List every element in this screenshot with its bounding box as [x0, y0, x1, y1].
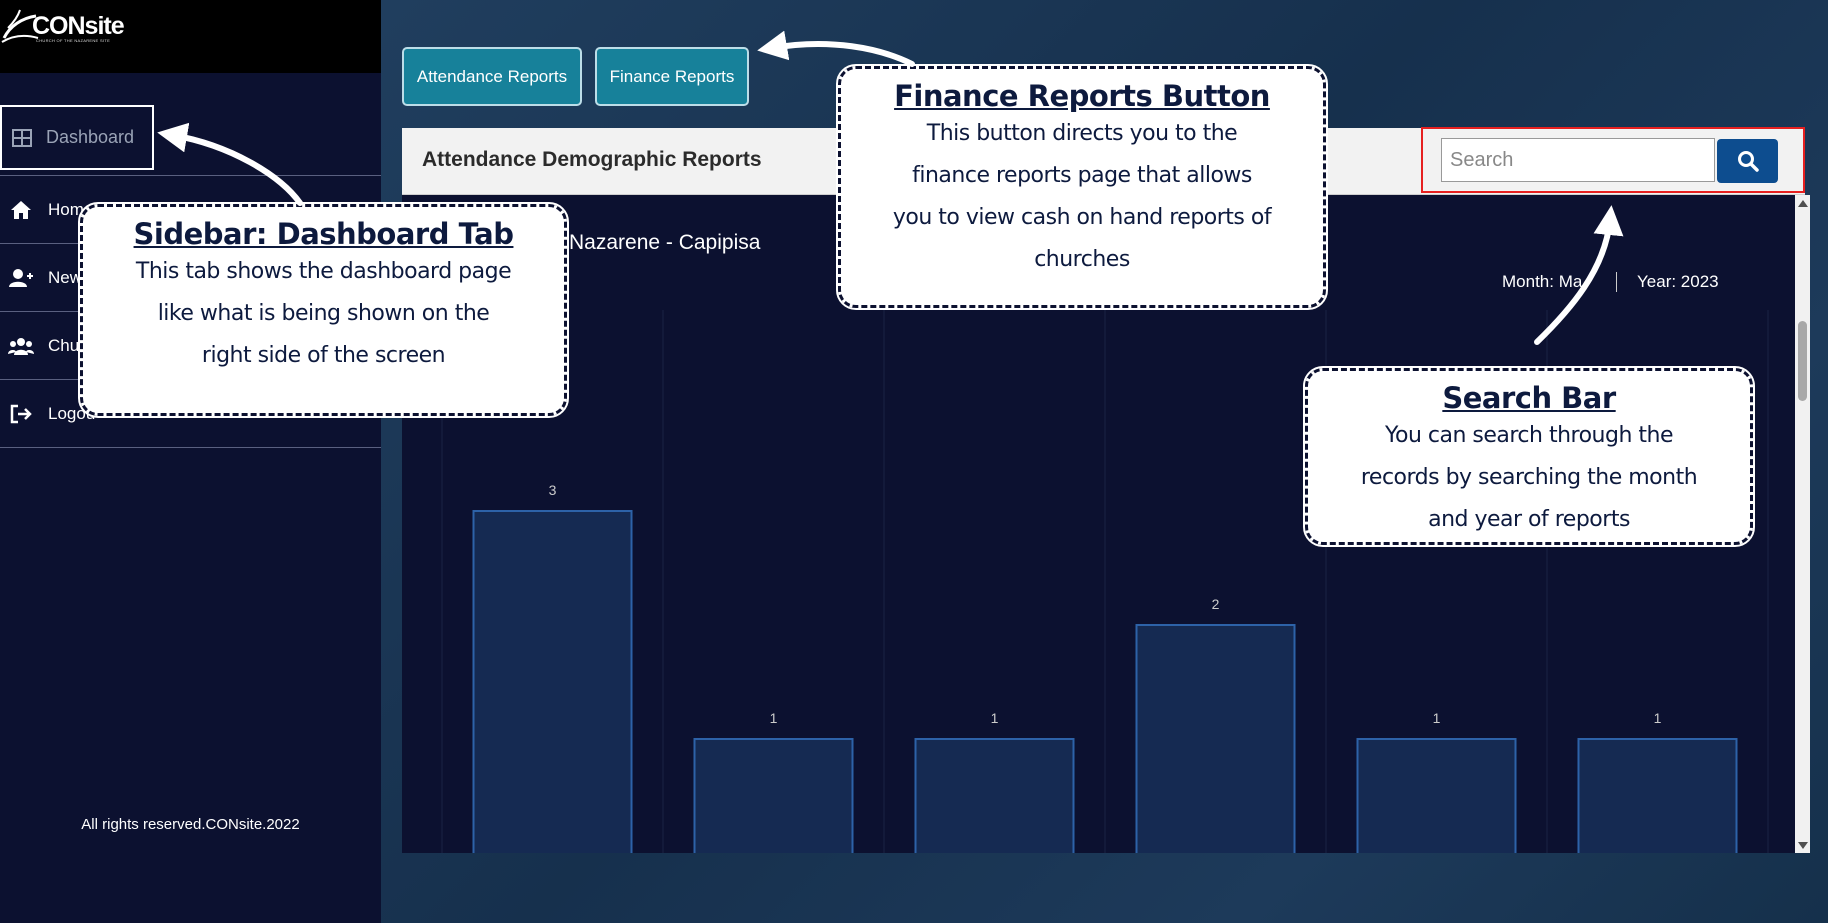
arrow-to-dashboard [157, 122, 303, 206]
arrow-to-finance-button [757, 30, 915, 67]
annotation-arrows [157, 30, 1624, 345]
arrow-to-search-bar [1534, 205, 1624, 345]
